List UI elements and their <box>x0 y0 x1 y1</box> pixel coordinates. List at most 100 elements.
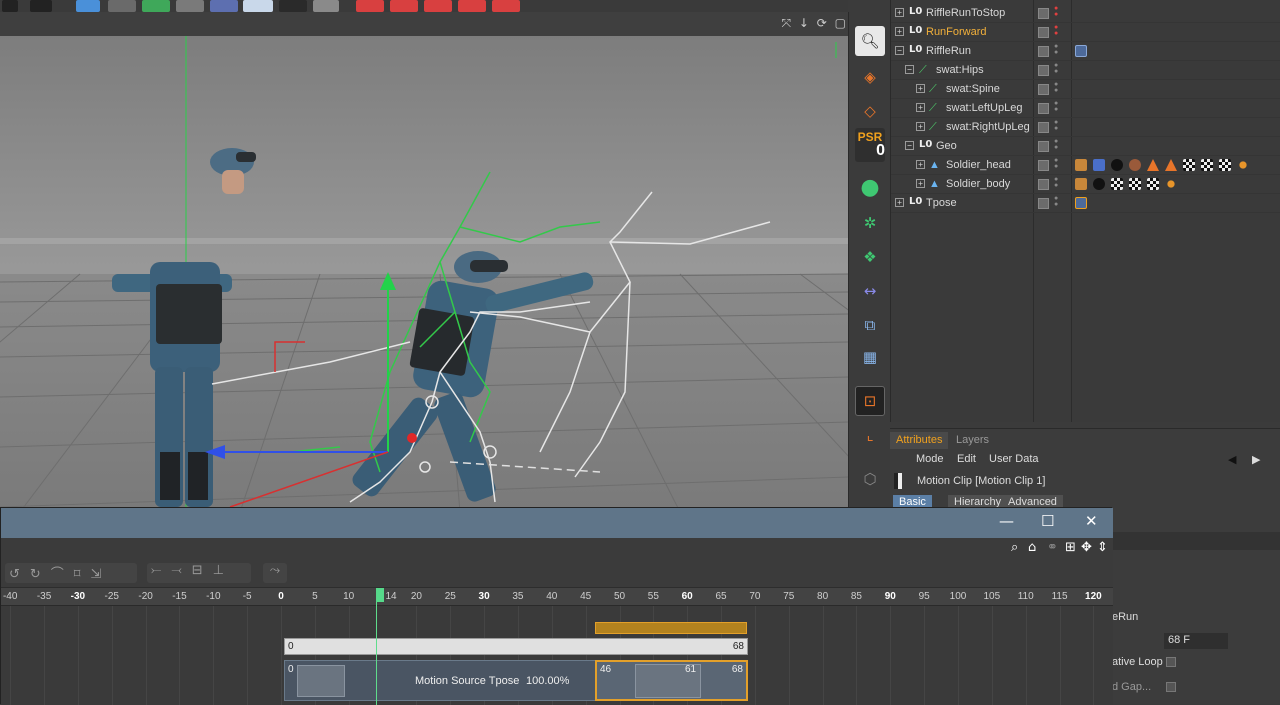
object-row-soldier-body[interactable]: + ▲ Soldier_body ● ● <box>891 175 1280 194</box>
motion-system-tag-icon[interactable] <box>1075 197 1087 209</box>
search-icon[interactable]: ⌕ <box>1011 540 1018 555</box>
object-row-swat-hips[interactable]: − ⟋ swat:Hips ● ● <box>891 61 1280 80</box>
close-button[interactable]: ✕ <box>1085 512 1098 530</box>
object-name[interactable]: Tpose <box>926 197 957 209</box>
camera-icon[interactable] <box>279 0 307 12</box>
object-row-run-forward[interactable]: + L0 RunForward ● ● <box>891 23 1280 42</box>
visibility-toggle[interactable] <box>1038 198 1049 209</box>
visibility-toggle[interactable] <box>1038 46 1049 57</box>
sphere-icon[interactable]: ● <box>855 172 885 202</box>
frame-all-icon[interactable]: ⊞ <box>1065 540 1076 555</box>
checker-material-icon[interactable] <box>1129 178 1141 190</box>
transform-icon[interactable]: ⧉ <box>855 310 885 340</box>
visibility-toggle[interactable] <box>1038 179 1049 190</box>
render-dots-icon[interactable]: ● ● <box>1054 119 1058 132</box>
grid-icon[interactable]: ▦ <box>855 342 885 372</box>
minimize-button[interactable]: — <box>999 512 1014 530</box>
magnify-icon[interactable]: 🔍︎ <box>855 26 885 56</box>
object-name[interactable]: RiffleRunToStop <box>926 7 1005 19</box>
checker-material-icon[interactable] <box>1201 159 1213 171</box>
material-tag-icon[interactable] <box>1093 178 1105 190</box>
axis-tool-icon[interactable]: ⌞ <box>855 420 885 450</box>
expand-icon[interactable]: + <box>916 160 925 169</box>
motion-system-tag-icon[interactable] <box>1075 45 1087 57</box>
material-tag-icon[interactable] <box>1111 159 1123 171</box>
object-name[interactable]: swat:LeftUpLeg <box>946 102 1022 114</box>
vertex-map-icon[interactable] <box>1165 178 1177 190</box>
frame-ruler[interactable]: -40 -35 -30 -25 -20 -15 -10 -5 0 5 10 14 20 25 30 35 40 4… <box>1 588 1113 606</box>
object-row-rifflerun[interactable]: − L0 RiffleRun ● ● <box>891 42 1280 61</box>
tab-layers[interactable]: Layers <box>950 432 995 449</box>
vertex-map-icon[interactable] <box>1237 159 1249 171</box>
object-row-swat-rightupleg[interactable]: + ⟋ swat:RightUpLeg ● ● <box>891 118 1280 137</box>
tag-icon-2[interactable] <box>390 0 418 12</box>
expand-icon[interactable]: + <box>916 84 925 93</box>
visibility-toggle[interactable] <box>1038 103 1049 114</box>
expand-icon[interactable]: + <box>916 122 925 131</box>
visibility-toggle[interactable] <box>1038 8 1049 19</box>
render-dots-icon[interactable]: ● ● <box>1054 81 1058 94</box>
tag-icon-1[interactable] <box>356 0 384 12</box>
viewport-nav-icons[interactable]: ⤧ ↓ ⟳ ▢ <box>782 16 849 31</box>
timeline-tracks[interactable]: 0 68 0 Motion Source Tpose 100.00% 46 61… <box>1 606 1113 705</box>
home-icon[interactable]: ⌂ <box>1028 540 1036 555</box>
checker-material-icon[interactable] <box>1219 159 1231 171</box>
render-dots-icon[interactable]: ● ● <box>1054 5 1058 18</box>
maximize-button[interactable]: ☐ <box>1041 512 1054 530</box>
render-dots-icon[interactable]: ● ● <box>1054 138 1058 151</box>
expand-icon[interactable]: + <box>916 103 925 112</box>
visibility-toggle[interactable] <box>1038 160 1049 171</box>
checker-material-icon[interactable] <box>1183 159 1195 171</box>
expand-icon[interactable]: + <box>895 27 904 36</box>
timeline-titlebar[interactable]: — ☐ ✕ <box>1 508 1113 538</box>
object-name[interactable]: swat:Spine <box>946 83 1000 95</box>
bend-icon[interactable] <box>108 0 136 12</box>
snap-icon[interactable]: ✲ <box>855 208 885 238</box>
fill-gaps-checkbox[interactable] <box>1166 682 1176 692</box>
link-icon[interactable]: ⚭ <box>1047 540 1058 555</box>
3d-viewport[interactable] <box>0 12 848 512</box>
menu-edit[interactable]: Edit <box>957 453 976 465</box>
collapse-icon[interactable]: − <box>895 46 904 55</box>
object-name[interactable]: swat:Hips <box>936 64 984 76</box>
visibility-toggle[interactable] <box>1038 27 1049 38</box>
zoom-icon[interactable]: ⇕ <box>1097 540 1108 555</box>
uvw-tag-icon[interactable] <box>1075 178 1087 190</box>
expand-icon[interactable]: + <box>895 198 904 207</box>
object-name[interactable]: Soldier_body <box>946 178 1010 190</box>
render-dots-icon[interactable]: ● ● <box>1054 157 1058 170</box>
light-icon[interactable] <box>313 0 339 12</box>
selection-tag-icon[interactable] <box>1165 159 1177 171</box>
render-dots-icon[interactable]: ● ● <box>1054 176 1058 189</box>
render-dots-icon[interactable]: ● ● <box>1054 24 1058 37</box>
tag-icon-3[interactable] <box>424 0 452 12</box>
render-dots-icon[interactable]: ● ● <box>1054 195 1058 208</box>
checker-material-icon[interactable] <box>1147 178 1159 190</box>
relative-loop-checkbox[interactable] <box>1166 657 1176 667</box>
expand-icon[interactable]: + <box>916 179 925 188</box>
trim-tools-group-icon[interactable]: ⤚⤙⊟⊥ <box>147 563 251 583</box>
motion-layer-icon[interactable]: ⤳ <box>263 563 287 583</box>
menu-mode[interactable]: Mode <box>916 453 944 465</box>
weight-tag-icon[interactable] <box>1093 159 1105 171</box>
transition-clip[interactable]: 46 61 68 <box>595 660 748 701</box>
tag-icon-5[interactable] <box>492 0 520 12</box>
play-icon[interactable] <box>2 0 18 12</box>
visibility-toggle[interactable] <box>1038 122 1049 133</box>
selection-tag-icon[interactable] <box>1147 159 1159 171</box>
transition-range-bar[interactable] <box>595 622 747 634</box>
object-mode-icon[interactable]: ⬡ <box>855 464 885 494</box>
menu-user-data[interactable]: User Data <box>989 453 1039 465</box>
render-dots-icon[interactable]: ● ● <box>1054 62 1058 75</box>
visibility-toggle[interactable] <box>1038 84 1049 95</box>
clip-tools-group-icon[interactable]: ↺↻⌒⌑⇲ <box>5 563 137 583</box>
checker-material-icon[interactable] <box>1111 178 1123 190</box>
object-name[interactable]: swat:RightUpLeg <box>946 121 1030 133</box>
collapse-icon[interactable]: − <box>905 141 914 150</box>
playhead-line[interactable] <box>376 588 377 705</box>
render-dots-icon[interactable]: ● ● <box>1054 100 1058 113</box>
object-row-tpose[interactable]: + L0 Tpose ● ● <box>891 194 1280 213</box>
object-name[interactable]: RiffleRun <box>926 45 971 57</box>
deformer-icon[interactable] <box>176 0 204 12</box>
generator-icon[interactable] <box>210 0 238 12</box>
